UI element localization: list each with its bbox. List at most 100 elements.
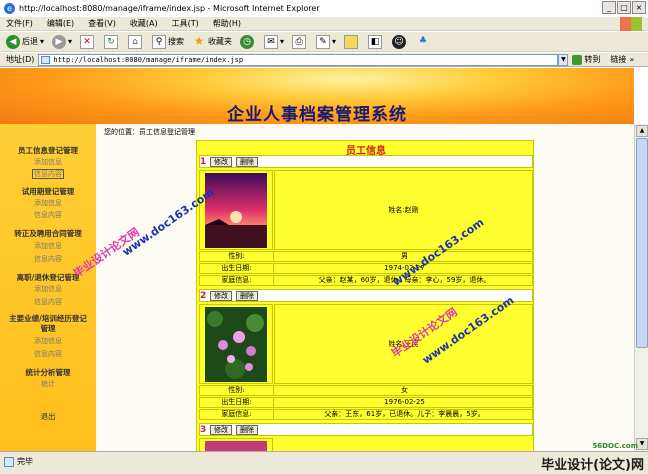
employee-name: 姓名:赵刚 <box>274 170 533 250</box>
tool-icon: ♣ <box>419 35 428 46</box>
sidebar-group-probation[interactable]: 试用期登记管理 <box>0 186 96 197</box>
sidebar-item-statistics[interactable]: 统计 <box>0 379 96 389</box>
messenger-button[interactable]: ◧ <box>368 34 384 49</box>
sidebar-item-label: 信息内容 <box>32 169 64 179</box>
sidebar-item-employee-content[interactable]: 信息内容 <box>0 169 96 179</box>
edit-button[interactable]: 修改 <box>210 291 232 301</box>
banner: 企业人事档案管理系统 <box>0 68 634 125</box>
menu-view[interactable]: 查看(V) <box>88 18 116 29</box>
menu-edit[interactable]: 编辑(E) <box>47 18 74 29</box>
mail-dropdown-icon[interactable]: ▾ <box>280 37 284 46</box>
links-label[interactable]: 链接 <box>610 54 626 65</box>
go-button[interactable]: 转到 <box>572 54 600 65</box>
go-label: 转到 <box>584 55 601 64</box>
messenger-icon: ◧ <box>368 34 383 49</box>
status-text: 完毕 <box>17 457 33 466</box>
forward-button[interactable]: ▶ ▾ <box>52 34 72 49</box>
menu-file[interactable]: 文件(F) <box>6 18 33 29</box>
print-button[interactable]: ⎙ <box>292 34 308 49</box>
menu-favorites[interactable]: 收藏(A) <box>130 18 158 29</box>
sidebar-item-probation-content[interactable]: 信息内容 <box>0 210 96 220</box>
birth-value: 1976-02-25 <box>384 398 425 406</box>
gender-label: 性别: <box>200 252 274 261</box>
record-header: 2 修改 删除 <box>199 289 533 302</box>
links-chevron-icon[interactable]: » <box>629 55 634 64</box>
gender-value: 男 <box>401 252 408 260</box>
menu-tools[interactable]: 工具(T) <box>172 18 199 29</box>
star-icon: ★ <box>193 33 205 48</box>
back-dropdown-icon[interactable]: ▾ <box>40 37 44 46</box>
family-row: 家庭信息: 父亲：赵某，60岁，退休。母亲：李心，59岁，退休。 <box>199 275 533 286</box>
print-icon: ⎙ <box>292 34 307 49</box>
edit-page-button[interactable]: ✎ ▾ <box>316 34 336 49</box>
history-button[interactable]: ◷ <box>240 34 256 49</box>
sidebar: 员工信息登记管理 添加信息 信息内容 试用期登记管理 添加信息 信息内容 转正及… <box>0 124 96 451</box>
sidebar-item-employee-add[interactable]: 添加信息 <box>0 157 96 167</box>
employee-photo <box>205 173 267 248</box>
qq-button[interactable]: ☺ <box>392 34 408 49</box>
family-row: 家庭信息: 父亲：王东，61岁，已退休。儿子：李晨晨，5岁。 <box>199 409 533 420</box>
photo-cell <box>199 170 273 250</box>
gender-row: 性别: 男 <box>199 251 533 262</box>
favorites-button[interactable]: ★ 收藏夹 <box>192 35 232 49</box>
folder-button[interactable] <box>344 34 360 49</box>
address-input[interactable]: http://localhost:8080/manage/iframe/inde… <box>38 53 559 66</box>
brand-watermark: 毕业设计(论文)网 <box>541 458 644 473</box>
search-button[interactable]: ⚲ 搜索 <box>152 34 185 49</box>
close-button[interactable]: × <box>632 1 646 14</box>
menu-bar: 文件(F) 编辑(E) 查看(V) 收藏(A) 工具(T) 帮助(H) <box>0 17 648 31</box>
birth-row: 出生日期: 1974-02-27 <box>199 263 533 274</box>
delete-button[interactable]: 删除 <box>236 157 258 167</box>
search-label: 搜索 <box>168 37 185 46</box>
scroll-thumb[interactable] <box>636 138 648 348</box>
employee-photo <box>205 441 267 451</box>
title-bar: e http://localhost:8080/manage/iframe/in… <box>0 0 648 16</box>
window-controls: _ □ × <box>602 1 646 14</box>
back-arrow-icon: ◀ <box>6 34 20 49</box>
minimize-button[interactable]: _ <box>602 1 616 14</box>
delete-button[interactable]: 删除 <box>236 291 258 301</box>
family-label: 家庭信息: <box>200 276 274 285</box>
tool-button[interactable]: ♣ <box>416 35 432 49</box>
home-button[interactable]: ⌂ <box>128 34 144 49</box>
sidebar-item-contract-add[interactable]: 添加信息 <box>0 241 96 251</box>
stop-button[interactable]: ✕ <box>80 34 96 49</box>
sidebar-group-contract[interactable]: 转正及聘用合同管理 <box>0 228 96 239</box>
scroll-up-icon[interactable]: ▲ <box>636 125 648 137</box>
back-button[interactable]: ◀ 后退 ▾ <box>6 34 44 49</box>
menu-help[interactable]: 帮助(H) <box>213 18 241 29</box>
home-icon: ⌂ <box>128 34 143 49</box>
windows-logo-icon <box>620 17 642 31</box>
refresh-button[interactable]: ↻ <box>104 34 120 49</box>
edit-button[interactable]: 修改 <box>210 157 232 167</box>
record-header: 3 修改 删除 <box>199 423 533 436</box>
history-icon: ◷ <box>240 34 255 49</box>
birth-label: 出生日期: <box>200 398 274 407</box>
edit-icon: ✎ <box>316 34 331 49</box>
breadcrumb: 您的位置：员工信息登记管理 <box>104 128 195 136</box>
sidebar-group-performance[interactable]: 主要业绩/培训经历登记管理 <box>0 314 96 334</box>
forward-dropdown-icon[interactable]: ▾ <box>68 37 72 46</box>
favorites-label: 收藏夹 <box>208 37 233 46</box>
delete-button[interactable]: 删除 <box>236 425 258 435</box>
logout-link[interactable]: 退出 <box>0 411 96 422</box>
search-icon: ⚲ <box>152 34 167 49</box>
sidebar-item-performance-add[interactable]: 添加信息 <box>0 336 96 346</box>
window-title: http://localhost:8080/manage/iframe/inde… <box>19 3 320 13</box>
sidebar-item-resign-add[interactable]: 添加信息 <box>0 284 96 294</box>
sidebar-item-resign-content[interactable]: 信息内容 <box>0 297 96 307</box>
stop-icon: ✕ <box>80 34 95 49</box>
gender-row: 性别: 女 <box>199 385 533 396</box>
mail-button[interactable]: ✉ ▾ <box>264 34 284 49</box>
vertical-scrollbar[interactable]: ▲ ▼ <box>634 124 648 451</box>
sidebar-item-performance-content[interactable]: 信息内容 <box>0 349 96 359</box>
record-number: 3 <box>200 425 207 435</box>
sidebar-item-probation-add[interactable]: 添加信息 <box>0 198 96 208</box>
sidebar-group-statistics[interactable]: 统计分析管理 <box>0 367 96 378</box>
edit-button[interactable]: 修改 <box>210 425 232 435</box>
address-dropdown-icon[interactable]: ▼ <box>558 53 569 66</box>
page-status-icon <box>4 456 14 467</box>
sidebar-group-employee[interactable]: 员工信息登记管理 <box>0 145 96 156</box>
maximize-button[interactable]: □ <box>617 1 631 14</box>
edit-dropdown-icon[interactable]: ▾ <box>332 37 336 46</box>
